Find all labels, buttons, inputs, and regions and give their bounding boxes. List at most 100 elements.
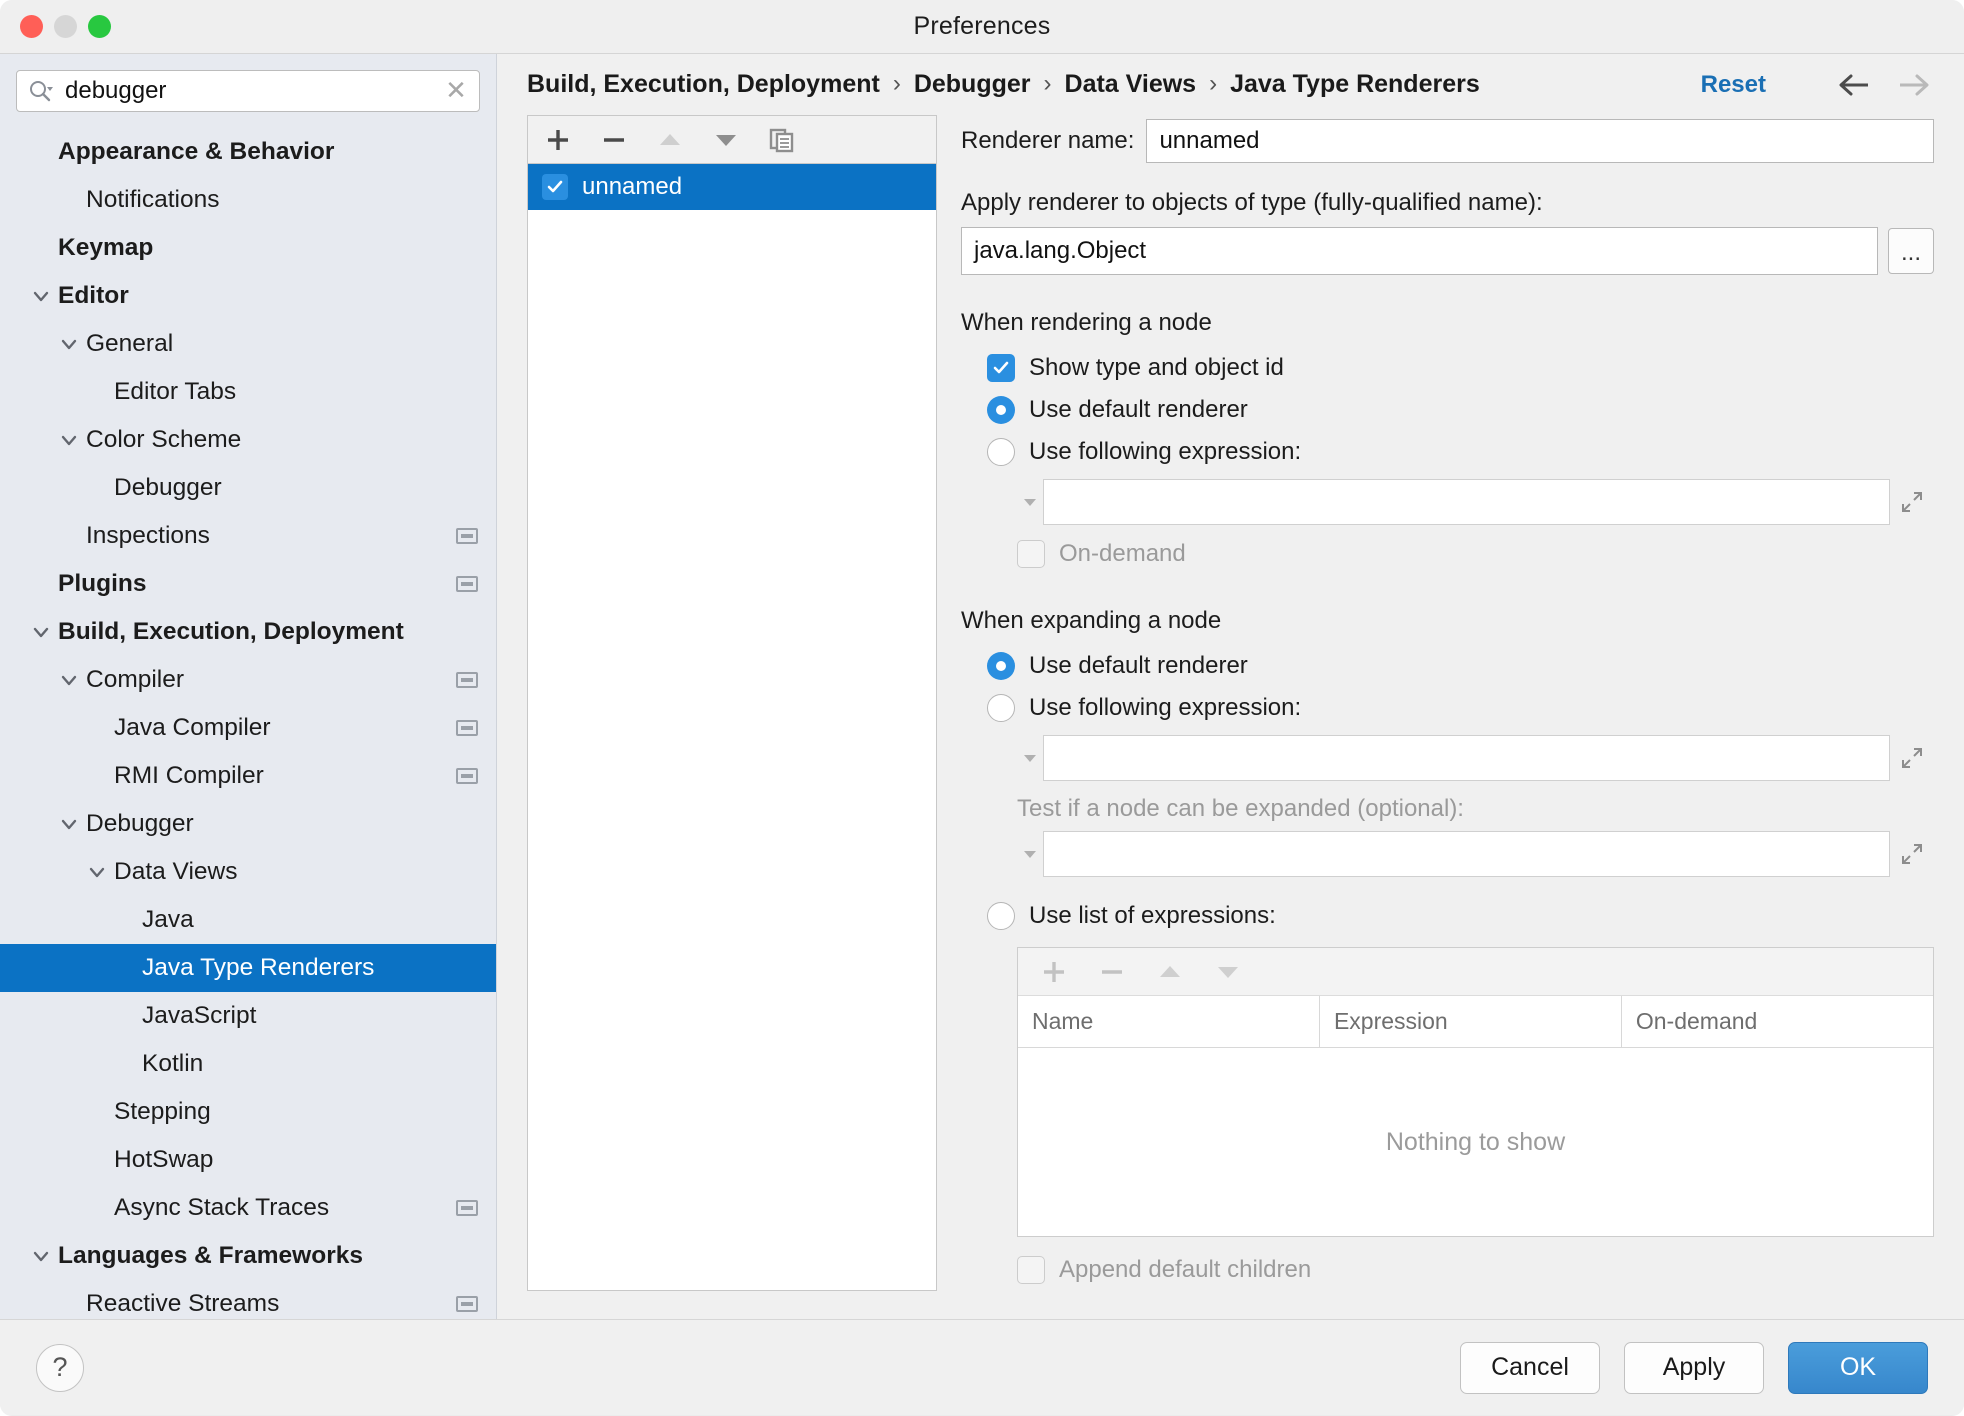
sidebar-item-javascript[interactable]: JavaScript — [0, 992, 496, 1040]
column-header[interactable]: On-demand — [1622, 996, 1933, 1047]
chevron-down-icon[interactable] — [56, 811, 82, 837]
sidebar-item-java-compiler[interactable]: Java Compiler — [0, 704, 496, 752]
breadcrumb-item[interactable]: Build, Execution, Deployment — [527, 70, 880, 99]
renderer-list-column: unnamed — [527, 115, 937, 1291]
expanding-expression-input[interactable] — [1043, 735, 1890, 781]
project-settings-badge-icon — [456, 720, 478, 736]
sidebar-item-data-views[interactable]: Data Views — [0, 848, 496, 896]
sidebar-item-notifications[interactable]: Notifications — [0, 176, 496, 224]
expanding-default-renderer-row[interactable]: Use default renderer — [987, 645, 1934, 687]
sidebar-item-appearance-behavior[interactable]: Appearance & Behavior — [0, 128, 496, 176]
breadcrumb-item[interactable]: Data Views — [1065, 70, 1197, 99]
arrow-left-icon[interactable] — [1834, 70, 1874, 100]
sidebar-item-debugger[interactable]: Debugger — [0, 800, 496, 848]
add-renderer-button[interactable] — [542, 124, 574, 156]
test-expand-label-row: Test if a node can be expanded (optional… — [1017, 795, 1934, 823]
sidebar-item-editor-tabs[interactable]: Editor Tabs — [0, 368, 496, 416]
breadcrumb: Build, Execution, Deployment › Debugger › Da… — [497, 54, 1964, 115]
chevron-down-icon[interactable] — [1017, 752, 1043, 764]
settings-detail-panel: Build, Execution, Deployment › Debugger › Da… — [497, 54, 1964, 1319]
sidebar-item-editor[interactable]: Editor — [0, 272, 496, 320]
sidebar-item-inspections[interactable]: Inspections — [0, 512, 496, 560]
remove-renderer-button[interactable] — [598, 124, 630, 156]
sidebar-item-keymap[interactable]: Keymap — [0, 224, 496, 272]
sidebar-item-kotlin[interactable]: Kotlin — [0, 1040, 496, 1088]
use-list-radio[interactable] — [987, 902, 1015, 930]
project-settings-badge-icon — [456, 768, 478, 784]
column-header[interactable]: Name — [1018, 996, 1320, 1047]
sidebar-item-label: Languages & Frameworks — [58, 1242, 363, 1269]
sidebar-item-java-type-renderers[interactable]: Java Type Renderers — [0, 944, 496, 992]
breadcrumb-item[interactable]: Java Type Renderers — [1230, 70, 1480, 99]
on-demand-row: On-demand — [1017, 533, 1934, 575]
apply-type-input[interactable]: java.lang.Object — [961, 227, 1878, 275]
column-header[interactable]: Expression — [1320, 996, 1622, 1047]
append-children-checkbox — [1017, 1256, 1045, 1284]
project-settings-badge-icon — [456, 672, 478, 688]
search-field[interactable]: debugger ✕ — [16, 70, 480, 112]
browse-type-button[interactable]: ... — [1888, 228, 1934, 274]
rendering-section: When rendering a node Show type and obje… — [961, 309, 1934, 575]
sidebar-item-build-execution-deployment[interactable]: Build, Execution, Deployment — [0, 608, 496, 656]
sidebar-item-debugger[interactable]: Debugger — [0, 464, 496, 512]
chevron-down-icon[interactable] — [28, 283, 54, 309]
sidebar-item-reactive-streams[interactable]: Reactive Streams — [0, 1280, 496, 1319]
chevron-down-icon[interactable] — [56, 427, 82, 453]
expanding-default-renderer-radio[interactable] — [987, 652, 1015, 680]
chevron-down-icon[interactable] — [56, 331, 82, 357]
ok-button[interactable]: OK — [1788, 1341, 1928, 1394]
breadcrumb-separator: › — [1209, 69, 1218, 97]
search-input-value[interactable]: debugger — [65, 77, 443, 105]
rendering-expression-radio[interactable] — [987, 438, 1015, 466]
chevron-down-icon[interactable] — [1017, 496, 1043, 508]
chevron-down-icon[interactable] — [84, 859, 110, 885]
sidebar-item-java[interactable]: Java — [0, 896, 496, 944]
rendering-default-renderer-row[interactable]: Use default renderer — [987, 389, 1934, 431]
cancel-button[interactable]: Cancel — [1460, 1341, 1600, 1394]
test-expand-label: Test if a node can be expanded (optional… — [1017, 795, 1464, 822]
expanding-expression-row[interactable]: Use following expression: — [987, 687, 1934, 729]
show-type-row[interactable]: Show type and object id — [987, 347, 1934, 389]
chevron-down-icon[interactable] — [1017, 848, 1043, 860]
list-item[interactable]: unnamed — [528, 164, 936, 210]
sidebar-item-label: Appearance & Behavior — [58, 138, 335, 165]
sidebar-item-label: Inspections — [86, 522, 210, 549]
chevron-down-icon[interactable] — [28, 619, 54, 645]
sidebar-item-async-stack-traces[interactable]: Async Stack Traces — [0, 1184, 496, 1232]
sidebar-item-general[interactable]: General — [0, 320, 496, 368]
test-expand-input[interactable] — [1043, 831, 1890, 877]
sidebar-item-color-scheme[interactable]: Color Scheme — [0, 416, 496, 464]
expand-editor-icon[interactable] — [1890, 489, 1934, 515]
chevron-down-icon[interactable] — [28, 1243, 54, 1269]
close-icon[interactable]: ✕ — [443, 77, 469, 104]
sidebar-item-stepping[interactable]: Stepping — [0, 1088, 496, 1136]
move-down-button[interactable] — [710, 124, 742, 156]
sidebar-item-rmi-compiler[interactable]: RMI Compiler — [0, 752, 496, 800]
copy-renderer-button[interactable] — [766, 124, 798, 156]
apply-button[interactable]: Apply — [1624, 1341, 1764, 1394]
expand-editor-icon[interactable] — [1890, 745, 1934, 771]
sidebar-item-hotswap[interactable]: HotSwap — [0, 1136, 496, 1184]
breadcrumb-item[interactable]: Debugger — [914, 70, 1031, 99]
arrow-right-icon — [1894, 70, 1934, 100]
renderer-name-input[interactable]: unnamed — [1146, 119, 1934, 163]
chevron-down-icon[interactable] — [56, 667, 82, 693]
sidebar-item-languages-frameworks[interactable]: Languages & Frameworks — [0, 1232, 496, 1280]
sidebar-item-compiler[interactable]: Compiler — [0, 656, 496, 704]
breadcrumb-items: Build, Execution, Deployment › Debugger › Da… — [527, 70, 1480, 100]
renderer-enabled-checkbox[interactable] — [542, 174, 568, 200]
sidebar-item-plugins[interactable]: Plugins — [0, 560, 496, 608]
tree-twisty-placeholder — [84, 1195, 110, 1221]
project-settings-badge-icon — [456, 1296, 478, 1312]
rendering-expression-row[interactable]: Use following expression: — [987, 431, 1934, 473]
expanding-expression-label: Use following expression: — [1029, 694, 1302, 721]
show-type-checkbox[interactable] — [987, 354, 1015, 382]
expand-editor-icon[interactable] — [1890, 841, 1934, 867]
use-list-row[interactable]: Use list of expressions: — [987, 895, 1934, 937]
rendering-expression-input[interactable] — [1043, 479, 1890, 525]
rendering-default-renderer-radio[interactable] — [987, 396, 1015, 424]
help-button[interactable]: ? — [36, 1343, 84, 1392]
expanding-expression-radio[interactable] — [987, 694, 1015, 722]
tree-twisty-placeholder — [112, 1003, 138, 1029]
reset-link[interactable]: Reset — [1701, 71, 1766, 99]
